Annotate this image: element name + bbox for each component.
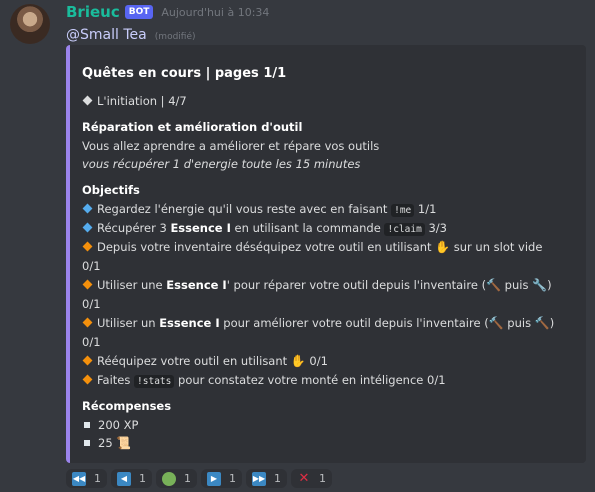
wrench-icon: 🔧 bbox=[532, 278, 548, 292]
command-code: !me bbox=[391, 204, 415, 217]
bot-badge: BOT bbox=[124, 5, 154, 19]
reward-item: 200 XP bbox=[82, 418, 138, 432]
embed-title: Quêtes en cours | pages 1/1 bbox=[82, 66, 287, 81]
last-page-icon: ▶▶ bbox=[252, 471, 266, 486]
next-page-icon: ▶ bbox=[207, 471, 221, 486]
objectives-title: Objectifs bbox=[82, 183, 140, 197]
reward-item: 25 📜 bbox=[82, 436, 131, 450]
objective-continuation: 0/1 bbox=[82, 297, 101, 311]
orange-diamond-icon bbox=[82, 241, 93, 252]
quest-progress: L'initiation | 4/7 bbox=[97, 94, 187, 108]
command-code: !claim bbox=[384, 223, 425, 236]
previous-page-icon: ◀ bbox=[117, 471, 131, 486]
hammer-icon: 🔨 bbox=[486, 278, 502, 292]
avatar[interactable] bbox=[10, 4, 50, 44]
section-title: Réparation et amélioration d'outil bbox=[82, 120, 303, 134]
raised-hand-icon: ✋ bbox=[435, 240, 451, 254]
scroll-icon: 📜 bbox=[116, 436, 132, 450]
green-circle-icon bbox=[162, 471, 176, 486]
reaction-first-page[interactable]: ◀◀ 1 bbox=[66, 469, 107, 488]
reaction-bar: ◀◀ 1 ◀ 1 1 ▶ 1 ▶▶ 1 ✕ 1 bbox=[66, 469, 336, 488]
blue-diamond-icon bbox=[82, 203, 93, 214]
user-mention[interactable]: @Small Tea bbox=[66, 27, 147, 43]
objective-continuation: 0/1 bbox=[82, 335, 101, 349]
white-square-icon bbox=[84, 422, 90, 428]
objective-item: Utiliser une Essence I' pour réparer vot… bbox=[82, 278, 552, 292]
objective-item: Récupérer 3 Essence I en utilisant la co… bbox=[82, 221, 447, 236]
quest-embed: Quêtes en cours | pages 1/1 L'initiation… bbox=[66, 45, 586, 463]
description-italic: vous récupérer 1 d'energie toute les 15 … bbox=[82, 157, 361, 171]
author-name[interactable]: Brieuc bbox=[66, 3, 120, 21]
edited-label: (modifié) bbox=[154, 32, 196, 42]
objective-continuation: 0/1 bbox=[82, 259, 101, 273]
timestamp: Aujourd'hui à 10:34 bbox=[161, 5, 270, 19]
orange-diamond-icon bbox=[82, 317, 93, 328]
cross-mark-icon: ✕ bbox=[298, 471, 310, 486]
quest-line: L'initiation | 4/7 bbox=[82, 94, 187, 108]
white-square-icon bbox=[84, 440, 90, 446]
command-code: !stats bbox=[134, 375, 175, 388]
reaction-green-circle[interactable]: 1 bbox=[156, 469, 197, 488]
orange-diamond-icon bbox=[82, 279, 93, 290]
reaction-cross-mark[interactable]: ✕ 1 bbox=[291, 469, 332, 488]
objective-item: Rééquipez votre outil en utilisant ✋ 0/1 bbox=[82, 354, 328, 368]
message-content: @Small Tea (modifié) bbox=[66, 24, 196, 43]
orange-diamond-icon bbox=[82, 374, 93, 385]
white-diamond-icon bbox=[82, 95, 93, 106]
hammer-icon: 🔨 bbox=[534, 316, 550, 330]
rewards-title: Récompenses bbox=[82, 399, 172, 413]
objective-item: Depuis votre inventaire déséquipez votre… bbox=[82, 240, 542, 254]
reaction-previous-page[interactable]: ◀ 1 bbox=[111, 469, 152, 488]
objective-item: Regardez l'énergie qu'il vous reste avec… bbox=[82, 202, 436, 217]
objective-item: Utiliser un Essence I pour améliorer vot… bbox=[82, 316, 554, 330]
raised-hand-icon: ✋ bbox=[290, 354, 306, 368]
reaction-next-page[interactable]: ▶ 1 bbox=[201, 469, 242, 488]
objective-item: Faites !stats pour constatez votre monté… bbox=[82, 373, 446, 388]
blue-diamond-icon bbox=[82, 222, 93, 233]
first-page-icon: ◀◀ bbox=[72, 471, 86, 486]
orange-diamond-icon bbox=[82, 355, 93, 366]
hammer-icon: 🔨 bbox=[488, 316, 504, 330]
reaction-last-page[interactable]: ▶▶ 1 bbox=[246, 469, 287, 488]
description: Vous allez aprendre a améliorer et répar… bbox=[82, 139, 380, 153]
message-header: Brieuc BOT Aujourd'hui à 10:34 bbox=[66, 3, 269, 21]
